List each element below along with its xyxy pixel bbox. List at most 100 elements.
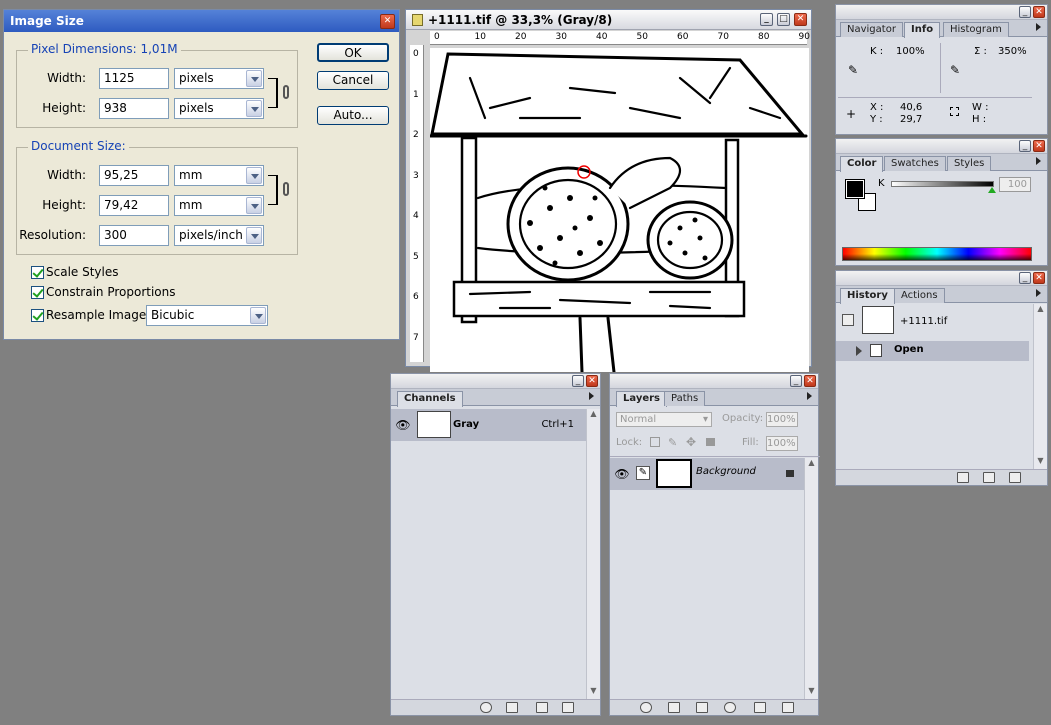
resolution-input[interactable]: 300 [99,225,169,246]
lock-move-icon[interactable]: ✥ [686,435,696,449]
tab-color[interactable]: Color [840,156,884,172]
history-state-row[interactable]: Open [836,341,1029,361]
channels-scrollbar[interactable]: ▲ ▼ [586,409,600,699]
palette-menu-icon[interactable] [1036,23,1041,31]
document-canvas[interactable] [430,48,809,372]
scale-styles-checkbox[interactable] [31,266,44,279]
dialog-title-bar[interactable]: Image Size ✕ [4,10,399,32]
doc-width-input[interactable]: 95,25 [99,165,169,186]
color-ramp[interactable] [842,247,1032,261]
close-button[interactable]: ✕ [586,375,598,387]
doc-height-input[interactable]: 79,42 [99,195,169,216]
new-group-icon[interactable] [696,702,708,713]
cancel-button[interactable]: Cancel [317,71,389,90]
palette-menu-icon[interactable] [807,392,812,400]
chevron-down-icon[interactable] [246,197,262,214]
load-selection-icon[interactable] [480,702,492,713]
layers-scrollbar[interactable]: ▲ ▼ [804,458,818,699]
pixel-height-unit-select[interactable]: pixels [174,98,264,119]
maximize-button[interactable]: □ [777,13,790,26]
new-layer-icon[interactable] [754,702,766,713]
info-palette-bar[interactable]: _ ✕ [836,5,1047,20]
tab-swatches[interactable]: Swatches [884,156,946,171]
resample-method-select[interactable]: Bicubic [146,305,268,326]
new-channel-icon[interactable] [536,702,548,713]
scroll-up-icon[interactable]: ▲ [1034,304,1047,317]
new-document-icon[interactable] [957,472,969,483]
palette-menu-icon[interactable] [1036,157,1041,165]
foreground-color-swatch[interactable] [845,179,865,199]
channels-palette-bar[interactable]: _ ✕ [391,374,600,389]
pixel-width-unit-select[interactable]: pixels [174,68,264,89]
fill-input[interactable]: 100% [766,436,798,451]
eye-icon[interactable]: 👁 [614,466,630,482]
trash-icon[interactable] [1009,472,1021,483]
chevron-down-icon[interactable] [246,167,262,184]
tab-layers[interactable]: Layers [616,391,667,407]
close-button[interactable]: ✕ [804,375,816,387]
eye-icon[interactable]: 👁 [395,417,411,433]
close-button[interactable]: ✕ [1033,6,1045,18]
resolution-unit-select[interactable]: pixels/inch [174,225,264,246]
scroll-up-icon[interactable]: ▲ [587,409,600,422]
palette-menu-icon[interactable] [1036,289,1041,297]
color-k-input[interactable]: 100 [999,177,1031,192]
layers-palette-bar[interactable]: _ ✕ [610,374,818,389]
minimize-button[interactable]: _ [572,375,584,387]
lock-all-icon[interactable] [706,438,715,446]
auto-button[interactable]: Auto... [317,106,389,125]
chevron-down-icon[interactable] [246,70,262,87]
tab-info[interactable]: Info [904,22,941,38]
ok-button[interactable]: OK [317,43,389,62]
save-selection-icon[interactable] [506,702,518,713]
history-brush-icon[interactable] [842,314,854,326]
pixel-height-input[interactable]: 938 [99,98,169,119]
trash-icon[interactable] [782,702,794,713]
pixel-width-input[interactable]: 1125 [99,68,169,89]
minimize-button[interactable]: _ [1019,6,1031,18]
resample-image-checkbox[interactable] [31,309,44,322]
chevron-down-icon[interactable] [250,307,266,324]
color-palette-bar[interactable]: _ ✕ [836,139,1047,154]
tab-history[interactable]: History [840,288,895,304]
new-snapshot-icon[interactable] [983,472,995,483]
close-button[interactable]: ✕ [1033,272,1045,284]
scroll-down-icon[interactable]: ▼ [587,686,600,699]
tab-histogram[interactable]: Histogram [943,22,1009,37]
adjustment-layer-icon[interactable] [724,702,736,713]
tab-navigator[interactable]: Navigator [840,22,903,37]
channel-row-gray[interactable]: 👁 Gray Ctrl+1 [391,409,586,441]
opacity-input[interactable]: 100% [766,412,798,427]
minimize-button[interactable]: _ [1019,140,1031,152]
tab-styles[interactable]: Styles [947,156,992,171]
k-slider[interactable] [891,181,994,187]
scroll-down-icon[interactable]: ▼ [1034,456,1047,469]
history-snapshot-row[interactable]: +1111.tif [836,304,1030,338]
document-title-bar[interactable]: +1111.tif @ 33,3% (Gray/8) _ □ ✕ [406,10,811,30]
trash-icon[interactable] [562,702,574,713]
chevron-down-icon[interactable] [246,100,262,117]
tab-paths[interactable]: Paths [664,391,706,406]
minimize-button[interactable]: _ [790,375,802,387]
add-mask-icon[interactable] [668,702,680,713]
scroll-up-icon[interactable]: ▲ [805,458,818,471]
close-button[interactable]: ✕ [1033,140,1045,152]
link-layers-icon[interactable] [640,702,652,713]
dialog-close-button[interactable]: ✕ [380,14,395,29]
constrain-proportions-checkbox[interactable] [31,286,44,299]
history-palette-bar[interactable]: _ ✕ [836,271,1047,286]
lock-brush-icon[interactable]: ✎ [668,436,677,449]
tab-channels[interactable]: Channels [397,391,463,407]
tab-actions[interactable]: Actions [894,288,945,303]
palette-menu-icon[interactable] [589,392,594,400]
scroll-down-icon[interactable]: ▼ [805,686,818,699]
layer-row-background[interactable]: 👁 ✎ Background [610,458,804,490]
history-scrollbar[interactable]: ▲ ▼ [1033,304,1047,469]
doc-width-unit-select[interactable]: mm [174,165,264,186]
close-button[interactable]: ✕ [794,13,807,26]
k-slider-handle[interactable] [988,187,996,193]
minimize-button[interactable]: _ [1019,272,1031,284]
chevron-down-icon[interactable] [246,227,262,244]
lock-transparency-icon[interactable] [650,437,660,447]
minimize-button[interactable]: _ [760,13,773,26]
